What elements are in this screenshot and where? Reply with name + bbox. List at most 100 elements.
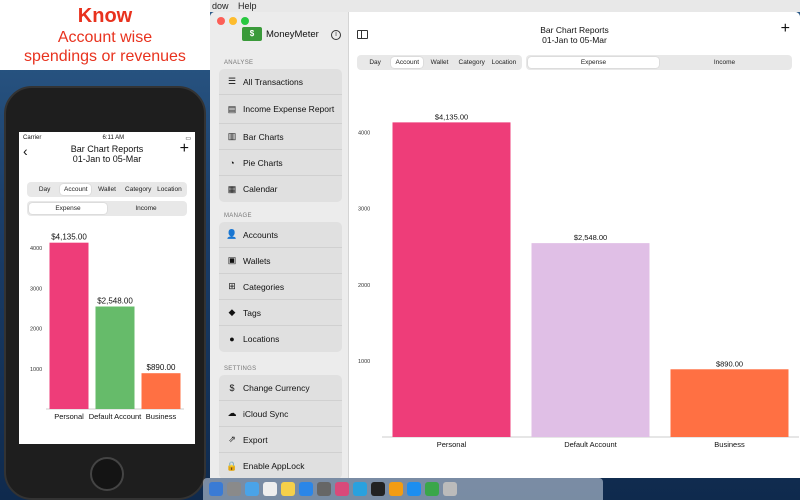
info-icon[interactable]: i [331,30,341,40]
app-name: MoneyMeter [266,28,319,40]
sidebar-item-export[interactable]: ⇗ Export [219,427,342,453]
sidebar-item-bar-charts[interactable]: ▥ Bar Charts [219,124,342,150]
phone-tab-category[interactable]: Category [123,184,154,195]
app-window: $ MoneyMeter i ANALYSE ☰ All Transaction… [210,12,800,478]
tab-day[interactable]: Day [359,57,391,68]
sidebar-item-calendar[interactable]: ▦ Calendar [219,176,342,202]
lock-icon: 🔒 [226,460,238,471]
safari-icon[interactable] [245,482,259,496]
x-tick-label: Default Account [564,440,617,449]
chevron-left-icon[interactable]: ‹ [23,144,28,158]
promo-line-3: spendings or revenues [24,48,186,65]
money-logo-icon: $ [242,27,262,41]
calendar-icon: ▦ [227,183,237,194]
cloud-sync-icon: ☁ [227,408,237,418]
system-preferences-icon[interactable] [317,482,331,496]
sidebar-item-locations[interactable]: ● Locations [219,326,342,352]
terminal-icon[interactable] [371,482,385,496]
data-label: $2,548.00 [574,233,607,242]
sidebar-item-categories[interactable]: ⊞ Categories [219,274,342,300]
slack-icon[interactable] [335,482,349,496]
phone-tab-day[interactable]: Day [29,184,60,195]
tab-expense[interactable]: Expense [528,57,659,68]
sidebar-item-label: Wallets [243,255,271,266]
y-tick-label: 2000 [358,283,370,289]
data-label: $4,135.00 [435,112,468,121]
sidebar-item-all-transactions[interactable]: ☰ All Transactions [219,69,342,95]
bar-chart-icon: ▥ [227,131,237,141]
data-label: $890.00 [147,363,176,372]
x-tick-label: Business [146,412,177,421]
bar-personal [392,122,511,437]
phone-screen: Carrier 6:11 AM ▭ ‹ Bar Chart Reports 01… [19,132,195,444]
moneymeter-dock-icon[interactable] [425,482,439,496]
finder-icon[interactable] [209,482,223,496]
currency-icon: $ [229,382,235,393]
sidebar-item-enable-applock[interactable]: 🔒 Enable AppLock [219,453,342,478]
phone-tab-wallet[interactable]: Wallet [91,184,122,195]
page-title: Bar Chart Reports [540,25,609,35]
y-tick-label: 1000 [358,359,370,365]
tab-wallet[interactable]: Wallet [423,57,455,68]
page-subtitle: 01-Jan to 05-Mar [542,35,607,45]
sidebar-item-label: Pie Charts [243,157,283,168]
sidebar-item-pie-charts[interactable]: ◔ Pie Charts [219,150,342,176]
sidebar-toggle-icon[interactable] [357,30,368,39]
phone-nav-bar: ‹ Bar Chart Reports 01-Jan to 05-Mar + [19,141,195,168]
sidebar-item-icloud-sync[interactable]: ☁ iCloud Sync [219,401,342,427]
sidebar-item-label: Locations [243,334,280,344]
y-tick-label: 4000 [30,246,42,252]
bar-business [670,369,789,437]
menu-window[interactable]: dow [212,1,229,11]
xcode-icon[interactable] [407,482,421,496]
manage-header: MANAGE [224,213,252,219]
sidebar-item-label: Accounts [243,229,278,240]
phone-bar-chart: 1000 2000 3000 4000 $4,135.00 Personal $2,548.… [30,233,184,421]
telegram-icon[interactable] [353,482,367,496]
sidebar-item-tags[interactable]: ◆ Tags [219,300,342,326]
bar-default-account [531,243,650,437]
minimize-window-button[interactable] [229,17,237,25]
add-button[interactable]: + [781,21,790,37]
sidebar-item-label: Bar Charts [243,131,284,142]
menu-help[interactable]: Help [238,1,257,11]
home-button[interactable] [90,457,124,491]
phone-tab-expense[interactable]: Expense [29,203,107,214]
manage-group: 👤 Accounts ▣ Wallets ⊞ Categories ◆ Tags… [219,222,342,352]
trash-icon[interactable] [443,482,457,496]
sidebar-item-label: Categories [243,281,285,292]
zoom-window-button[interactable] [241,17,249,25]
sidebar-item-label: Change Currency [243,382,310,393]
location-pin-icon: ● [229,334,235,344]
sublime-icon[interactable] [389,482,403,496]
sidebar-item-wallets[interactable]: ▣ Wallets [219,248,342,274]
tab-income[interactable]: Income [659,57,790,68]
phone-type-segment: Expense Income [27,201,187,216]
data-label: $2,548.00 [97,297,133,306]
launchpad-icon[interactable] [227,482,241,496]
sidebar-item-change-currency[interactable]: $ Change Currency [219,375,342,401]
sidebar-item-label: Calendar [243,184,278,194]
dock [203,478,603,500]
sidebar-item-income-expense-report[interactable]: ▤ Income Expense Report [219,95,342,124]
phone-tab-location[interactable]: Location [154,184,185,195]
y-tick-label: 3000 [358,207,370,213]
tab-account[interactable]: Account [391,57,424,68]
phone-tab-account[interactable]: Account [60,184,92,195]
phone-tab-income[interactable]: Income [107,203,185,214]
phone-title: Bar Chart Reports [70,144,144,154]
export-icon: ⇗ [228,434,236,444]
sidebar-item-accounts[interactable]: 👤 Accounts [219,222,342,248]
sidebar-item-label: Enable AppLock [243,461,305,471]
y-tick-label: 3000 [30,286,42,292]
tab-location[interactable]: Location [488,57,520,68]
bar-default-account [95,306,135,409]
app-store-icon[interactable] [299,482,313,496]
close-window-button[interactable] [217,17,225,25]
data-label: $4,135.00 [51,233,87,242]
plus-icon[interactable]: + [180,141,189,157]
tab-category[interactable]: Category [456,57,488,68]
settings-group: $ Change Currency ☁ iCloud Sync ⇗ Export… [219,375,342,478]
notes-icon[interactable] [281,482,295,496]
calendar-app-icon[interactable] [263,482,277,496]
